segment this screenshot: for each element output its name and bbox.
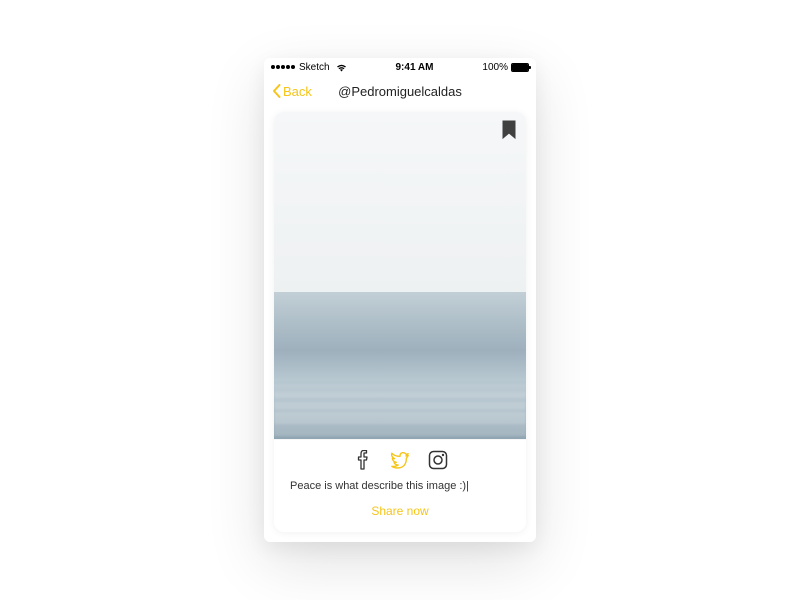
caption-input[interactable]: Peace is what describe this image :): [288, 480, 512, 492]
wifi-icon: [336, 63, 347, 72]
facebook-icon[interactable]: [352, 450, 372, 470]
signal-dots-icon: [271, 65, 295, 69]
post-card: Peace is what describe this image :) Sha…: [274, 112, 526, 532]
post-image[interactable]: [274, 112, 526, 439]
battery-percent: 100%: [482, 62, 508, 73]
status-left: Sketch: [271, 62, 347, 73]
status-bar: Sketch 9:41 AM 100%: [264, 58, 536, 76]
back-label: Back: [283, 84, 312, 99]
nav-bar: Back @Pedromiguelcaldas: [264, 76, 536, 106]
status-time: 9:41 AM: [396, 62, 434, 73]
back-button[interactable]: Back: [272, 84, 312, 99]
chevron-left-icon: [272, 84, 281, 98]
twitter-icon[interactable]: [390, 450, 410, 470]
page-title: @Pedromiguelcaldas: [338, 84, 462, 99]
bookmark-icon[interactable]: [502, 120, 516, 140]
status-right: 100%: [482, 62, 529, 73]
social-icons-row: [288, 450, 512, 470]
card-footer: Peace is what describe this image :) Sha…: [274, 439, 526, 532]
carrier-label: Sketch: [299, 62, 330, 73]
instagram-icon[interactable]: [428, 450, 448, 470]
phone-frame: Sketch 9:41 AM 100% Back @Pedromiguelcal…: [264, 58, 536, 542]
share-button[interactable]: Share now: [288, 500, 512, 522]
battery-icon: [511, 63, 529, 72]
